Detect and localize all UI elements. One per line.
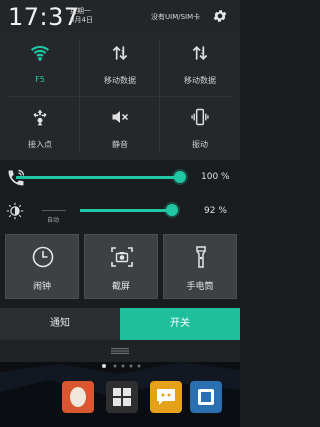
dock-app-3[interactable]	[150, 381, 182, 413]
weekday: 星期一	[70, 7, 91, 15]
panel-drag-handle[interactable]	[0, 340, 240, 362]
tile-label: F5	[35, 75, 45, 84]
tab-notifications[interactable]: 通知	[0, 308, 120, 340]
date: 8月4日	[70, 16, 93, 24]
tile-label: 移动数据	[184, 76, 216, 85]
tile-mute[interactable]: 静音	[81, 97, 159, 159]
grid-icon	[113, 388, 131, 406]
brightness-slider-row: 自动 92 %	[0, 198, 240, 224]
brightness-fill	[80, 209, 172, 212]
alarm-label: 闹钟	[32, 282, 51, 292]
tile-vibrate[interactable]: 振动	[161, 97, 239, 159]
tab-switches[interactable]: 开关	[120, 308, 240, 340]
svg-text:1: 1	[121, 50, 124, 56]
volume-slider-row: 100 %	[0, 165, 240, 191]
tile-mobile-data-2[interactable]: 2 移动数据	[161, 33, 239, 95]
clock-time: 17:37	[8, 3, 80, 31]
tile-label: 静音	[112, 140, 128, 149]
data-2-icon: 2	[192, 45, 208, 61]
tile-wifi[interactable]: F5	[1, 33, 79, 95]
tile-label: 振动	[192, 140, 208, 149]
status-bar: 17:37 星期一 8月4日 没有UIM/SIM卡	[0, 0, 240, 32]
message-icon	[157, 389, 175, 405]
dock-app-2[interactable]	[106, 381, 138, 413]
brightness-thumb[interactable]	[166, 204, 178, 216]
wifi-icon	[30, 45, 50, 61]
drag-handle-icon	[111, 348, 129, 354]
panel-tabs: 通知 开关	[0, 308, 240, 340]
clock-icon	[32, 246, 54, 268]
tile-label: 移动数据	[104, 76, 136, 85]
screenshot-label: 截屏	[111, 282, 130, 292]
mute-icon	[112, 111, 129, 123]
tile-label: 接入点	[28, 140, 52, 149]
flashlight-icon	[196, 246, 206, 268]
dock-app-1[interactable]	[62, 381, 94, 413]
svg-text:2: 2	[201, 50, 204, 56]
quick-settings-grid: F5 1 移动数据 2 移动数据 接入点 静音 振动	[0, 32, 240, 160]
vibrate-icon	[191, 108, 209, 126]
sim-status: 没有UIM/SIM卡	[151, 13, 201, 21]
auto-toggle-line[interactable]	[42, 210, 66, 211]
date-block: 星期一 8月4日	[70, 7, 93, 25]
screenshot-button[interactable]: 截屏	[84, 234, 158, 299]
flashlight-button[interactable]: 手电筒	[163, 234, 237, 299]
app-icon	[70, 387, 86, 407]
tile-mobile-data-1[interactable]: 1 移动数据	[81, 33, 159, 95]
gear-icon[interactable]	[212, 8, 228, 24]
page-indicator	[102, 364, 141, 368]
hotspot-icon	[33, 109, 47, 126]
app-icon	[198, 389, 214, 405]
alarm-button[interactable]: 闹钟	[5, 234, 79, 299]
brightness-icon	[6, 202, 24, 220]
flashlight-label: 手电筒	[186, 282, 214, 292]
screenshot-icon	[111, 247, 133, 267]
dock-app-4[interactable]	[190, 381, 222, 413]
brightness-percent: 92 %	[204, 206, 227, 216]
tile-access-point[interactable]: 接入点	[1, 97, 79, 159]
auto-label[interactable]: 自动	[47, 215, 59, 224]
volume-percent: 100 %	[201, 172, 230, 182]
volume-thumb[interactable]	[174, 171, 186, 183]
data-1-icon: 1	[112, 45, 128, 61]
volume-fill	[16, 176, 180, 179]
